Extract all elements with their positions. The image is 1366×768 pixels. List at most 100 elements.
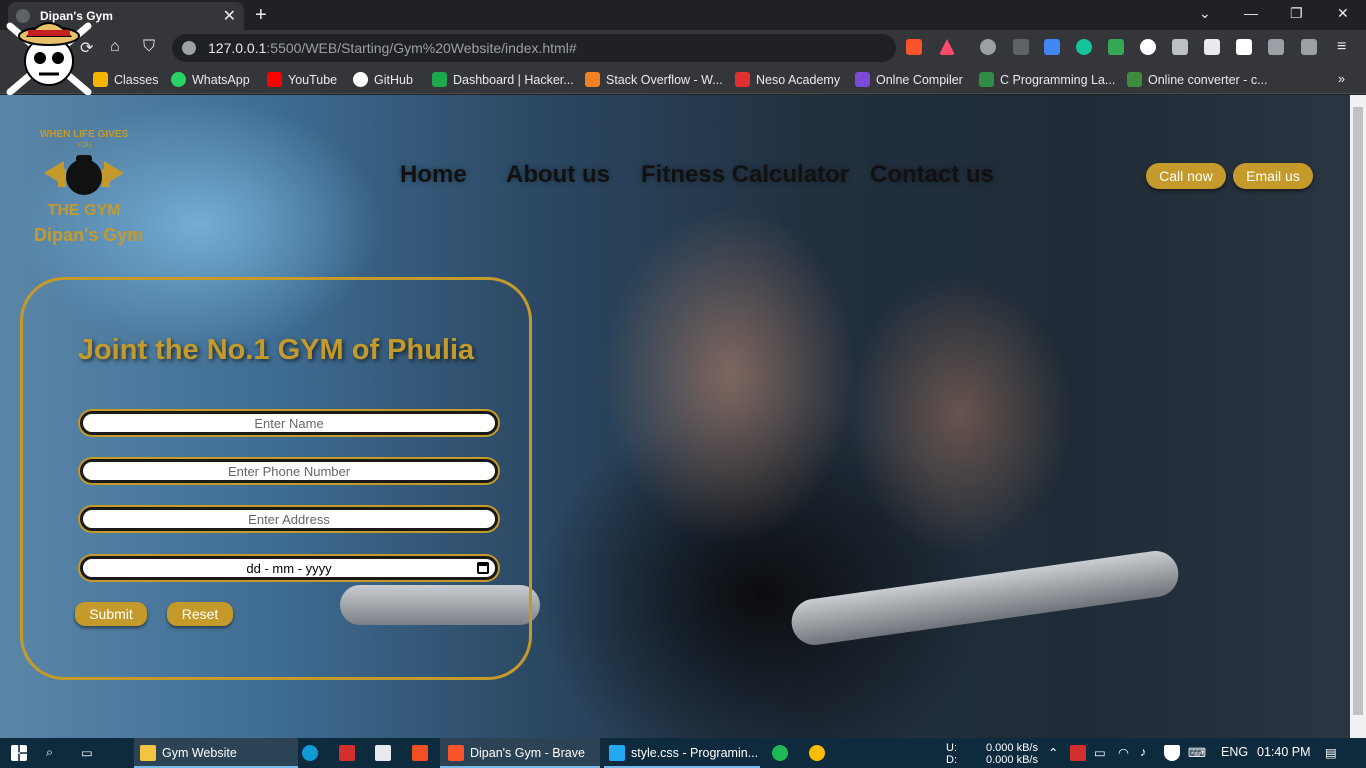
database-icon[interactable] bbox=[1172, 39, 1188, 55]
bookmarks-bar: Classes WhatsApp YouTube GitHub Dashboar… bbox=[0, 66, 1366, 94]
wordtune-icon[interactable] bbox=[1236, 39, 1252, 55]
reset-button[interactable]: Reset bbox=[167, 602, 233, 626]
nav-home[interactable]: Home bbox=[400, 161, 467, 189]
browser-toolbar: ⟳ ⌂ ⛉ 127.0.0.1 :5500/WEB/Starting/Gym%2… bbox=[0, 30, 1366, 66]
windows-start-icon[interactable] bbox=[11, 745, 33, 761]
github-icon bbox=[353, 72, 368, 87]
submit-button[interactable]: Submit bbox=[75, 602, 147, 626]
form-title: Joint the No.1 GYM of Phulia bbox=[77, 334, 475, 366]
nav-fitness-calculator[interactable]: Fitness Calculator bbox=[641, 161, 849, 189]
call-now-button[interactable]: Call now bbox=[1146, 163, 1226, 189]
bookmark-compiler[interactable]: Onlne Compiler bbox=[855, 72, 963, 87]
battery-icon[interactable]: ▭ bbox=[1094, 745, 1106, 760]
extensions-puzzle-icon[interactable] bbox=[1268, 39, 1284, 55]
scrollbar-thumb[interactable] bbox=[1353, 107, 1363, 715]
name-input[interactable]: Enter Name bbox=[80, 411, 498, 435]
bookmark-online-converter[interactable]: Online converter - c... bbox=[1127, 72, 1268, 87]
home-icon[interactable]: ⌂ bbox=[110, 38, 120, 56]
dip-bar-right bbox=[788, 548, 1182, 648]
task-view-icon[interactable]: ▭ bbox=[81, 745, 93, 760]
minimize-button[interactable]: — bbox=[1244, 5, 1258, 21]
restore-button[interactable]: ❐ bbox=[1290, 5, 1303, 22]
tab-search-chevron-icon[interactable]: ⌄ bbox=[1199, 5, 1211, 22]
nav-contact-us[interactable]: Contact us bbox=[870, 161, 994, 189]
keyboard-icon[interactable]: ⌨ bbox=[1188, 745, 1206, 760]
blocker-icon[interactable] bbox=[1140, 39, 1156, 55]
wifi-icon[interactable]: ◠ bbox=[1118, 745, 1129, 760]
address-bar[interactable]: 127.0.0.1 :5500/WEB/Starting/Gym%20Websi… bbox=[172, 34, 896, 62]
extension-icon[interactable] bbox=[1204, 39, 1220, 55]
nav-about-us[interactable]: About us bbox=[506, 161, 610, 189]
geeks-icon bbox=[979, 72, 994, 87]
youtube-icon bbox=[267, 72, 282, 87]
tray-app-icon[interactable] bbox=[1070, 745, 1092, 761]
net-labels: U: D: bbox=[946, 742, 957, 766]
svg-text:WHEN LIFE GIVES: WHEN LIFE GIVES bbox=[40, 129, 129, 140]
calendar-icon[interactable] bbox=[477, 562, 489, 574]
extension-icon[interactable] bbox=[1108, 39, 1124, 55]
bookmark-github[interactable]: GitHub bbox=[353, 72, 413, 87]
ms-office-icon[interactable] bbox=[412, 745, 434, 761]
page-scrollbar[interactable] bbox=[1350, 95, 1366, 738]
email-us-button[interactable]: Email us bbox=[1233, 163, 1313, 189]
security-icon[interactable] bbox=[1164, 745, 1186, 761]
close-window-button[interactable]: ✕ bbox=[1337, 5, 1349, 22]
url-path: :5500/WEB/Starting/Gym%20Website/index.h… bbox=[266, 40, 577, 56]
menu-icon[interactable]: ≡ bbox=[1337, 38, 1346, 56]
gym-website-page: WHEN LIFE GIVES YOU THE GYM Dipan's Gym … bbox=[0, 95, 1350, 738]
clock[interactable]: 01:40 PM bbox=[1257, 745, 1311, 759]
svg-text:THE GYM: THE GYM bbox=[48, 202, 121, 219]
compiler-icon bbox=[855, 72, 870, 87]
brand-name: Dipan's Gym bbox=[34, 225, 144, 245]
search-icon[interactable]: ⌕ bbox=[46, 745, 53, 760]
vscode-icon bbox=[609, 745, 625, 761]
grammarly-icon[interactable] bbox=[1076, 39, 1092, 55]
app-sw-icon[interactable] bbox=[339, 745, 361, 761]
browser-tab-strip: Dipan's Gym ✕ + ⌄ — ❐ ✕ bbox=[0, 0, 1366, 30]
tab-close-icon[interactable]: ✕ bbox=[223, 6, 236, 26]
bookmarks-overflow-icon[interactable]: » bbox=[1338, 72, 1345, 86]
whatsapp-icon bbox=[171, 72, 186, 87]
new-tab-button[interactable]: + bbox=[255, 4, 267, 27]
date-input[interactable]: dd - mm - yyyy bbox=[80, 556, 498, 580]
bookmark-neso[interactable]: Neso Academy bbox=[735, 72, 840, 87]
language-indicator[interactable]: ENG bbox=[1221, 745, 1248, 759]
brave-rewards-icon[interactable] bbox=[939, 39, 955, 55]
notifications-icon[interactable]: ▤ bbox=[1325, 745, 1337, 760]
neso-icon bbox=[735, 72, 750, 87]
extension-badge-icon[interactable] bbox=[1013, 39, 1029, 55]
volume-icon[interactable]: ♪ bbox=[1140, 745, 1146, 759]
taskbar-item-vscode[interactable]: style.css - Programin... bbox=[609, 745, 758, 761]
hackerrank-icon bbox=[432, 72, 447, 87]
spotify-icon[interactable] bbox=[772, 745, 794, 761]
windows-taskbar: ⌕ ▭ Gym Website Dipan's Gym - Brave styl… bbox=[0, 738, 1366, 768]
extension-icon[interactable] bbox=[980, 39, 996, 55]
bookmark-hackerrank[interactable]: Dashboard | Hacker... bbox=[432, 72, 574, 87]
bookmark-icon[interactable]: ⛉ bbox=[143, 38, 155, 56]
translate-icon[interactable] bbox=[1044, 39, 1060, 55]
bookmark-classes[interactable]: Classes bbox=[93, 72, 158, 87]
edge-icon[interactable] bbox=[302, 745, 324, 761]
chrome-icon[interactable] bbox=[809, 745, 831, 761]
bookmark-youtube[interactable]: YouTube bbox=[267, 72, 337, 87]
wallet-icon[interactable] bbox=[1301, 39, 1317, 55]
store-icon[interactable] bbox=[375, 745, 397, 761]
taskbar-label-brave: Dipan's Gym - Brave bbox=[448, 745, 585, 761]
brave-icon bbox=[448, 745, 464, 761]
classroom-icon bbox=[93, 72, 108, 87]
phone-input[interactable]: Enter Phone Number bbox=[80, 459, 498, 483]
site-info-icon[interactable] bbox=[182, 41, 196, 55]
folder-icon bbox=[140, 745, 156, 761]
bookmark-stackoverflow[interactable]: Stack Overflow - W... bbox=[585, 72, 723, 87]
url-host: 127.0.0.1 bbox=[208, 40, 267, 56]
signup-form: Joint the No.1 GYM of Phulia Enter Name … bbox=[20, 277, 532, 680]
net-speed: 0.000 kB/s 0.000 kB/s bbox=[986, 742, 1038, 766]
brave-shields-icon[interactable] bbox=[906, 39, 922, 55]
date-placeholder: dd - mm - yyyy bbox=[246, 560, 332, 576]
skull-avatar-icon bbox=[6, 22, 92, 96]
bookmark-whatsapp[interactable]: WhatsApp bbox=[171, 72, 250, 87]
address-input[interactable]: Enter Address bbox=[80, 507, 498, 531]
taskbar-label-gym-website: Gym Website bbox=[140, 745, 237, 761]
bookmark-c-programming[interactable]: C Programming La... bbox=[979, 72, 1115, 87]
tray-chevron-icon[interactable]: ⌃ bbox=[1048, 745, 1058, 760]
